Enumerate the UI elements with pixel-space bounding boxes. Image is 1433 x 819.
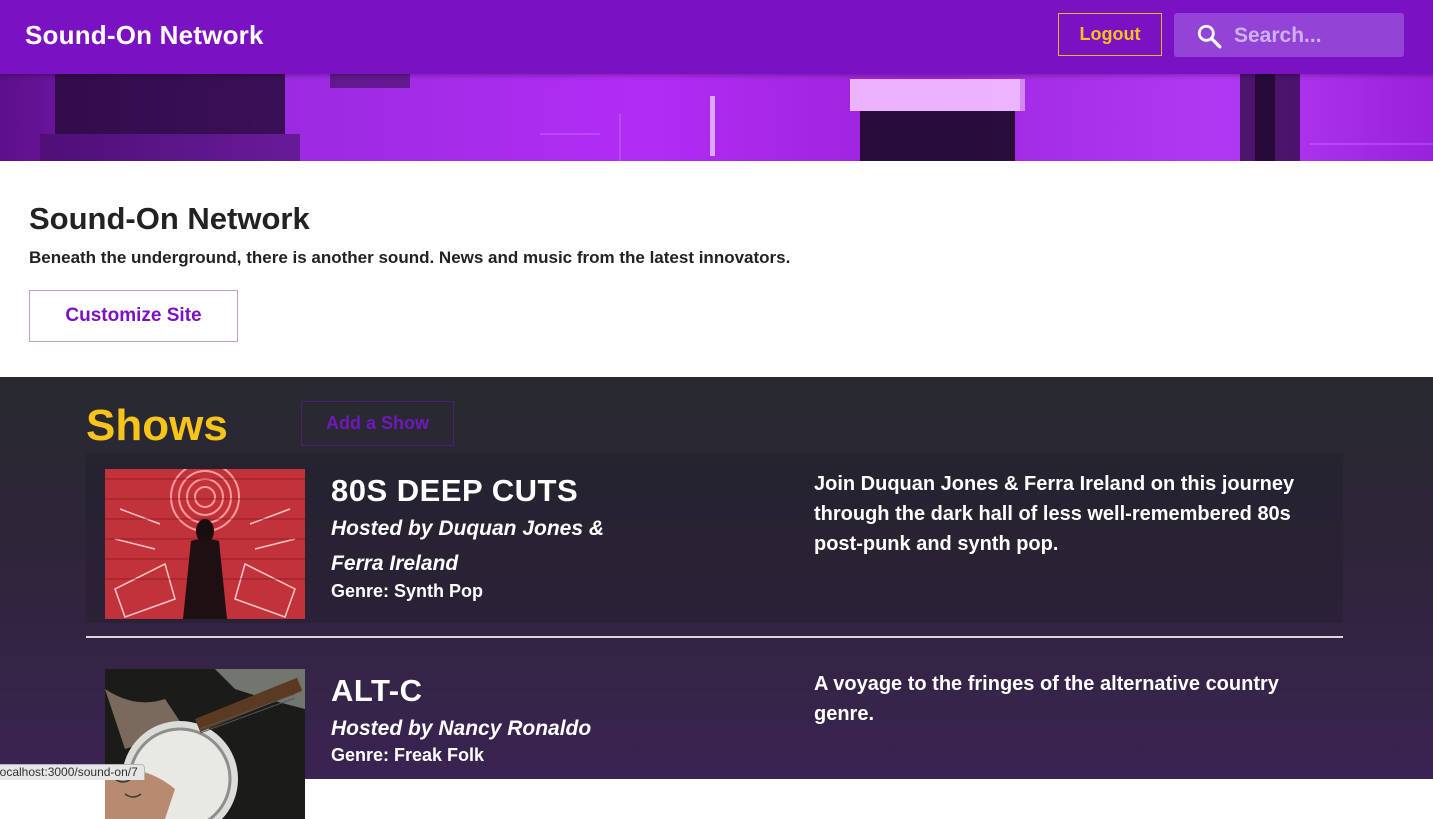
- show-genre: Genre: Synth Pop: [331, 581, 484, 601]
- add-show-button[interactable]: Add a Show: [301, 401, 454, 446]
- search-input[interactable]: [1232, 21, 1401, 51]
- shows-section: Shows Add a Show 80S DEEP CUTS Hosted by…: [0, 377, 1433, 819]
- show-card[interactable]: 80S DEEP CUTS Hosted by Duquan Jones & F…: [86, 453, 1343, 623]
- show-thumbnail[interactable]: [105, 669, 305, 819]
- show-genre: Genre: Freak Folk: [331, 745, 485, 765]
- show-description: A voyage to the fringes of the alternati…: [814, 673, 1279, 725]
- logout-button[interactable]: Logout: [1058, 13, 1162, 56]
- status-bar-url: localhost:3000/sound-on/7: [0, 764, 145, 780]
- hero-banner-image: [0, 74, 1433, 161]
- show-description: Join Duquan Jones & Ferra Ireland on thi…: [814, 473, 1295, 555]
- search-box[interactable]: [1174, 13, 1404, 57]
- brand-title[interactable]: Sound-On Network: [25, 20, 264, 51]
- show-title[interactable]: ALT-C: [331, 673, 422, 709]
- show-host: Hosted by Duquan Jones & Ferra Ireland: [331, 517, 605, 575]
- show-divider: [86, 636, 1343, 638]
- show-thumbnail[interactable]: [105, 469, 305, 619]
- search-icon[interactable]: [1196, 23, 1222, 49]
- shows-heading: Shows: [86, 401, 228, 450]
- show-title[interactable]: 80S DEEP CUTS: [331, 473, 578, 509]
- customize-site-button[interactable]: Customize Site: [29, 290, 238, 342]
- show-card[interactable]: ALT-C Hosted by Nancy Ronaldo Genre: Fre…: [86, 653, 1343, 819]
- page-title: Sound-On Network: [29, 201, 310, 236]
- intro-section: Sound-On Network Beneath the underground…: [0, 161, 1433, 377]
- show-host: Hosted by Nancy Ronaldo: [331, 717, 592, 740]
- page-tagline: Beneath the underground, there is anothe…: [29, 248, 791, 267]
- top-navbar: Sound-On Network Logout: [0, 0, 1433, 74]
